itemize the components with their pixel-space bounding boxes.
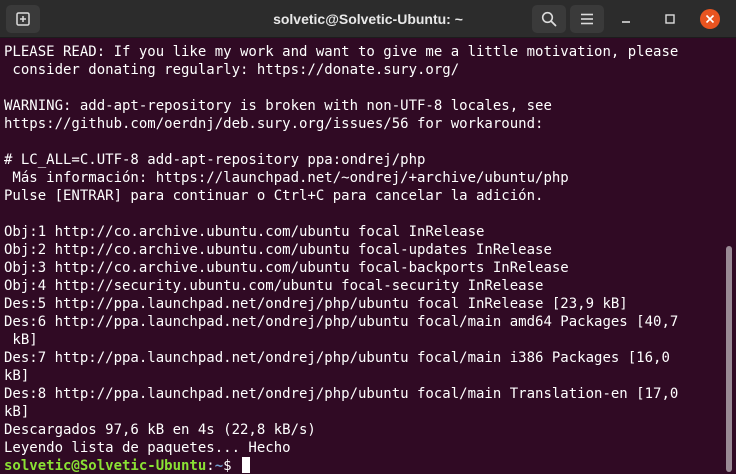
prompt-separator: :: [206, 458, 215, 474]
terminal-line: consider donating regularly: https://don…: [4, 62, 460, 78]
new-tab-button[interactable]: [6, 5, 40, 33]
terminal-line: https://github.com/oerdnj/deb.sury.org/i…: [4, 116, 544, 132]
search-button[interactable]: [532, 5, 566, 33]
terminal-line: Más información: https://launchpad.net/~…: [4, 170, 569, 186]
hamburger-menu-icon: [580, 13, 594, 25]
minimize-button[interactable]: [616, 9, 636, 29]
prompt-symbol: $: [223, 458, 232, 474]
terminal-line: kB]: [4, 368, 30, 384]
maximize-icon: [664, 13, 676, 25]
command-prompt[interactable]: solvetic@Solvetic-Ubuntu:~$: [4, 457, 251, 474]
minimize-icon: [620, 13, 632, 25]
terminal-line: Leyendo lista de paquetes... Hecho: [4, 440, 291, 456]
prompt-user-host: solvetic@Solvetic-Ubuntu: [4, 458, 207, 474]
terminal-line: kB]: [4, 332, 38, 348]
maximize-button[interactable]: [660, 9, 680, 29]
terminal-line: Obj:3 http://co.archive.ubuntu.com/ubunt…: [4, 260, 569, 276]
text-cursor: [242, 457, 251, 473]
close-button[interactable]: [700, 9, 720, 29]
scrollbar[interactable]: [722, 38, 736, 474]
terminal-line: Obj:4 http://security.ubuntu.com/ubuntu …: [4, 278, 544, 294]
prompt-path: ~: [214, 458, 224, 474]
header-bar: solvetic@Solvetic-Ubuntu: ~: [0, 0, 736, 38]
search-icon: [541, 11, 557, 27]
terminal-line: Obj:2 http://co.archive.ubuntu.com/ubunt…: [4, 242, 552, 258]
terminal-line: Pulse [ENTRAR] para continuar o Ctrl+C p…: [4, 188, 544, 204]
terminal-line: Des:7 http://ppa.launchpad.net/ondrej/ph…: [4, 350, 670, 366]
terminal-line: # LC_ALL=C.UTF-8 add-apt-repository ppa:…: [4, 152, 426, 168]
terminal-line: Des:8 http://ppa.launchpad.net/ondrej/ph…: [4, 386, 679, 402]
scrollbar-thumb[interactable]: [726, 246, 732, 472]
close-icon: [705, 14, 715, 24]
terminal-line: PLEASE READ: If you like my work and wan…: [4, 44, 679, 60]
terminal-window: solvetic@Solvetic-Ubuntu: ~ PLEASE READ:…: [0, 0, 736, 474]
terminal-line: Des:5 http://ppa.launchpad.net/ondrej/ph…: [4, 296, 628, 312]
terminal-line: kB]: [4, 404, 30, 420]
terminal-line: Des:6 http://ppa.launchpad.net/ondrej/ph…: [4, 314, 679, 330]
menu-button[interactable]: [570, 5, 604, 33]
terminal-line: WARNING: add-apt-repository is broken wi…: [4, 98, 552, 114]
terminal-output[interactable]: PLEASE READ: If you like my work and wan…: [0, 38, 722, 474]
new-tab-icon: [16, 12, 30, 26]
terminal-line: Descargados 97,6 kB en 4s (22,8 kB/s): [4, 422, 316, 438]
terminal-line: Obj:1 http://co.archive.ubuntu.com/ubunt…: [4, 224, 485, 240]
